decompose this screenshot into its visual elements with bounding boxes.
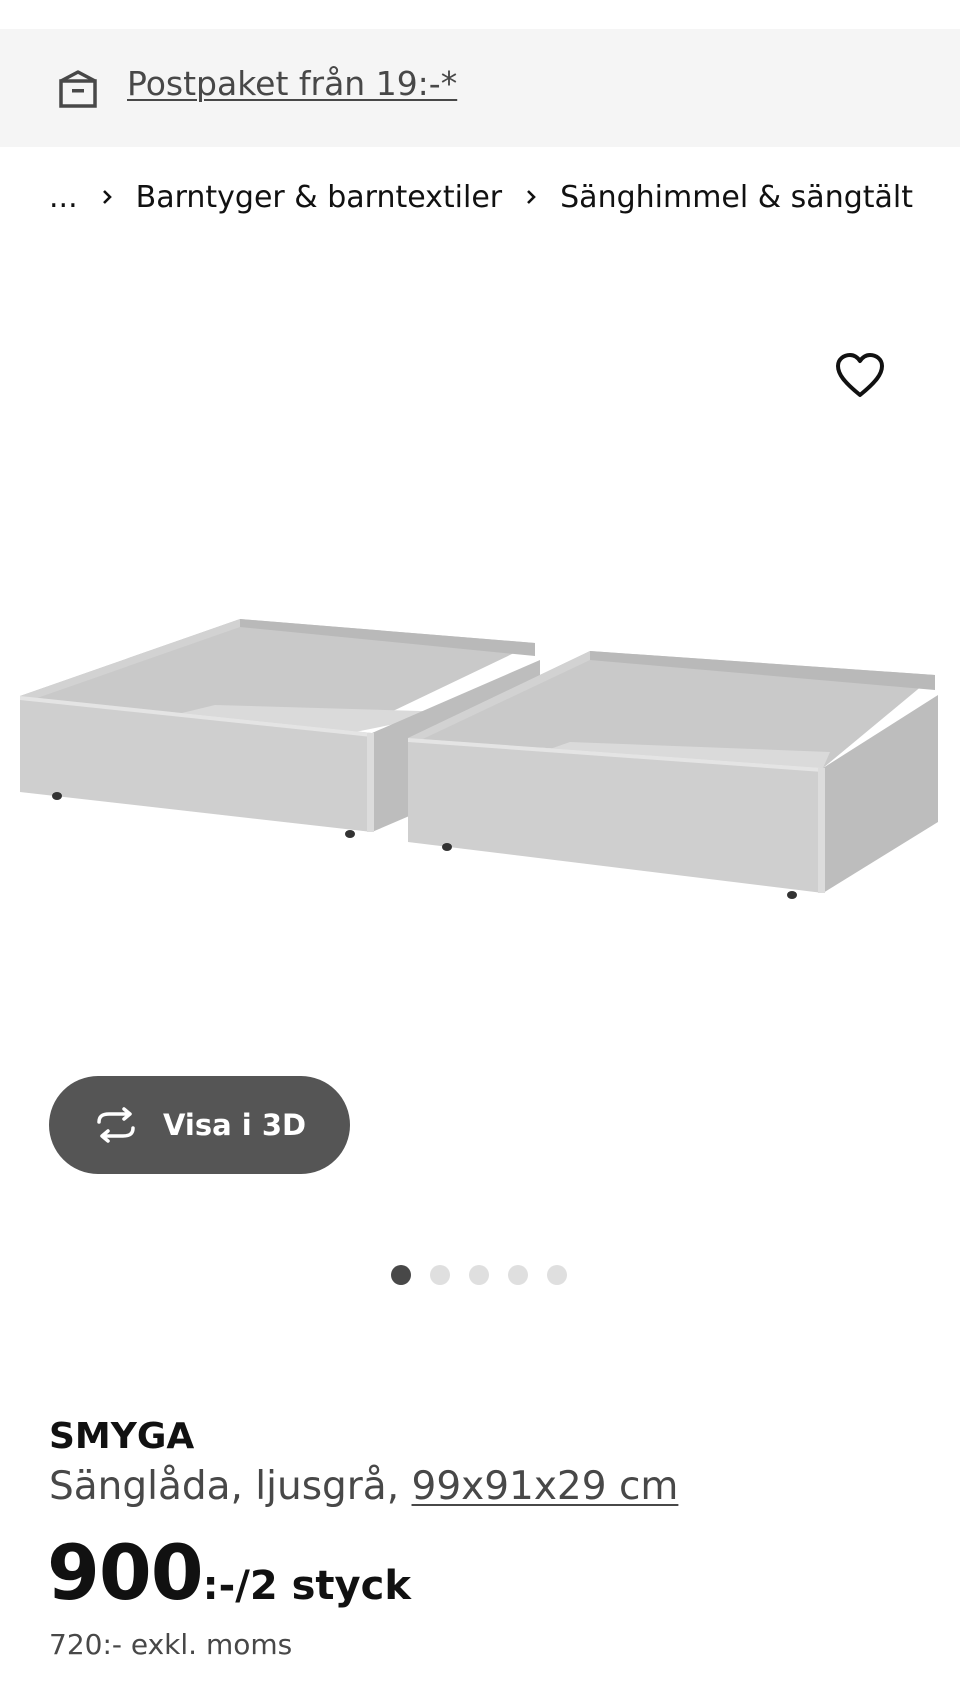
favorite-button[interactable]: [834, 352, 886, 400]
breadcrumb-item-barntyger[interactable]: Barntyger & barntextiler: [136, 180, 503, 215]
pagination-dot-1[interactable]: [391, 1265, 411, 1285]
product-image: [20, 619, 938, 899]
heart-outline-icon: [836, 353, 884, 397]
product-name: SMYGA: [49, 1416, 195, 1457]
pagination-dot-4[interactable]: [508, 1265, 528, 1285]
pagination-dot-5[interactable]: [547, 1265, 567, 1285]
breadcrumb-ellipsis[interactable]: ...: [49, 180, 78, 215]
price-amount: 900: [47, 1528, 204, 1617]
product-dimensions-link[interactable]: 99x91x29 cm: [412, 1464, 679, 1509]
view-in-3d-button[interactable]: Visa i 3D: [49, 1076, 350, 1174]
price-suffix: :-/2 styck: [202, 1563, 411, 1609]
image-pagination: [391, 1265, 586, 1285]
product-price: 900 :-/2 styck: [47, 1525, 411, 1621]
delivery-link[interactable]: Postpaket från 19:-*: [127, 59, 457, 109]
pagination-dot-3[interactable]: [469, 1265, 489, 1285]
price-excl-vat: 720:- exkl. moms: [49, 1628, 293, 1661]
product-description: Sänglåda, ljusgrå, 99x91x29 cm: [49, 1462, 678, 1512]
product-description-text: Sänglåda, ljusgrå,: [49, 1464, 400, 1509]
parcel-box-icon: [59, 70, 97, 108]
delivery-banner: Postpaket från 19:-*: [0, 29, 960, 147]
view-in-3d-label: Visa i 3D: [163, 1108, 307, 1142]
chevron-right-icon: [524, 187, 538, 207]
chevron-right-icon: [100, 187, 114, 207]
breadcrumb: ... Barntyger & barntextiler Sänghimmel …: [49, 174, 913, 220]
pagination-dot-2[interactable]: [430, 1265, 450, 1285]
rotate-3d-icon: [97, 1107, 135, 1143]
breadcrumb-item-sanghimmel[interactable]: Sänghimmel & sängtält: [560, 180, 913, 215]
